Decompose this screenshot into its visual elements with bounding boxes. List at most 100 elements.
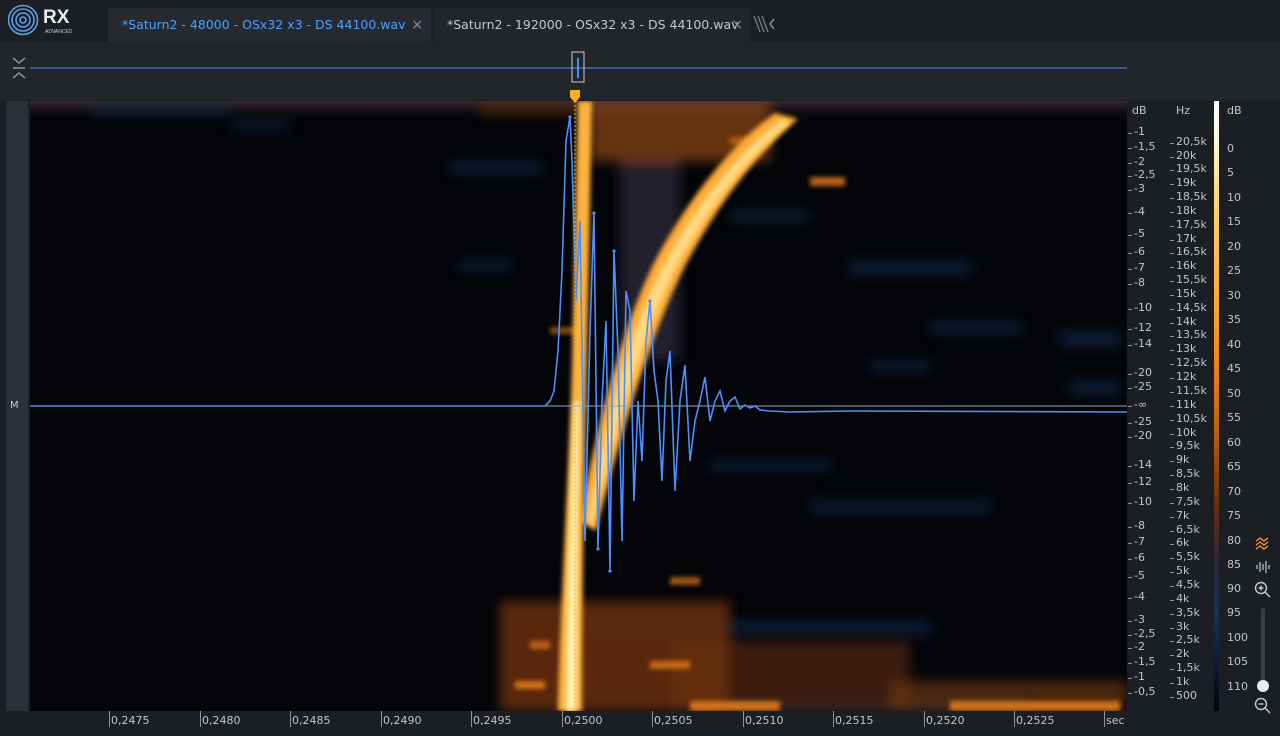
db-label: -6 (1134, 551, 1145, 564)
colorbar-label: 0 (1227, 142, 1234, 155)
db-label: -7 (1134, 261, 1145, 274)
hz-label: 11,5k (1176, 384, 1207, 397)
db-label: -3 (1134, 613, 1145, 626)
hz-label: 9k (1176, 453, 1190, 466)
colorbar-label: 15 (1227, 215, 1241, 228)
time-tick-label: 0,2480 (202, 714, 241, 727)
logo-text: RX (43, 7, 70, 28)
db-label: -1 (1134, 670, 1145, 683)
close-icon[interactable]: × (411, 8, 423, 42)
hz-label: 19k (1176, 176, 1197, 189)
zoom-in-icon[interactable] (1252, 580, 1274, 598)
hz-label: 18,5k (1176, 190, 1207, 203)
db-label: -12 (1134, 475, 1152, 488)
db-label: -8 (1134, 276, 1145, 289)
logo-subtext: ADVANCED (45, 29, 73, 35)
time-tick-label: 0,2500 (564, 714, 603, 727)
hz-label: 9,5k (1176, 439, 1200, 452)
colorbar-label: 110 (1227, 680, 1248, 693)
hz-label: 5k (1176, 564, 1190, 577)
colorbar-label: 10 (1227, 191, 1241, 204)
tab-overflow-icon[interactable] (752, 14, 778, 34)
hz-label: 3,5k (1176, 606, 1200, 619)
channel-label: M (10, 400, 19, 411)
amplitude-frequency-axis: dB Hz -1 -1,5 -2 -2,5 -3 -4 -5 -6 -7 -8 … (1128, 101, 1218, 711)
colorbar-label: 80 (1227, 534, 1241, 547)
db-axis-unit: dB (1132, 104, 1147, 117)
hz-label: 20k (1176, 149, 1197, 162)
hz-label: 4,5k (1176, 578, 1200, 591)
time-axis[interactable]: 0,2475 0,2480 0,2485 0,2490 0,2495 0,250… (30, 711, 1130, 736)
hz-label: 1,5k (1176, 661, 1200, 674)
time-tick-label: 0,2525 (1016, 714, 1055, 727)
hz-label: 6k (1176, 536, 1190, 549)
db-label: -2 (1134, 640, 1145, 653)
db-label: -5 (1134, 569, 1145, 582)
playhead-marker[interactable] (567, 88, 583, 106)
hz-label: 7,5k (1176, 495, 1200, 508)
time-tick-label: 0,2485 (292, 714, 331, 727)
hz-label: 10,5k (1176, 412, 1207, 425)
db-label: -8 (1134, 519, 1145, 532)
close-icon[interactable]: × (731, 8, 743, 42)
colorbar-label: 50 (1227, 387, 1241, 400)
hz-label: 14k (1176, 315, 1197, 328)
db-label: -1 (1134, 125, 1145, 138)
hz-label: 19,5k (1176, 162, 1207, 175)
db-label: -2 (1134, 155, 1145, 168)
colorbar-label: 40 (1227, 338, 1241, 351)
db-label: -∞ (1134, 398, 1148, 411)
hz-label: 15,5k (1176, 273, 1207, 286)
colorbar-label: 100 (1227, 631, 1248, 644)
hz-label: 12k (1176, 370, 1197, 383)
zoom-slider-track[interactable] (1261, 608, 1265, 686)
waveform-icon[interactable] (1252, 558, 1274, 576)
db-label: -25 (1134, 415, 1152, 428)
view-tools (1252, 536, 1276, 716)
db-label: -6 (1134, 245, 1145, 258)
time-tick-label: 0,2515 (835, 714, 874, 727)
hz-label: 8,5k (1176, 467, 1200, 480)
hz-label: 17,5k (1176, 218, 1207, 231)
hz-label: 18k (1176, 204, 1197, 217)
colorbar-label: 60 (1227, 436, 1241, 449)
db-label: -14 (1134, 458, 1152, 471)
time-tick-label: 0,2520 (926, 714, 965, 727)
colorbar-label: 75 (1227, 509, 1241, 522)
hz-label: 11k (1176, 398, 1197, 411)
time-tick-label: 0,2475 (111, 714, 150, 727)
time-axis-unit: sec (1106, 714, 1125, 727)
zoom-out-icon[interactable] (1252, 696, 1274, 714)
overview-waveform[interactable] (30, 50, 1130, 90)
zoom-slider-handle[interactable] (1257, 680, 1269, 692)
spectrogram-view[interactable] (30, 101, 1127, 711)
db-label: -4 (1134, 205, 1145, 218)
spectrogram-icon[interactable] (1252, 536, 1274, 554)
tab-saturn2-48000[interactable]: *Saturn2 - 48000 - OSx32 x3 - DS 44100.w… (108, 8, 431, 42)
time-tick-label: 0,2490 (383, 714, 422, 727)
hz-label: 7k (1176, 509, 1190, 522)
hz-label: 13,5k (1176, 328, 1207, 341)
tab-saturn2-192000[interactable]: *Saturn2 - 192000 - OSx32 x3 - DS 44100.… (433, 8, 751, 42)
db-label: -10 (1134, 495, 1152, 508)
hz-label: 2,5k (1176, 633, 1200, 646)
db-label: -5 (1134, 227, 1145, 240)
hz-label: 500 (1176, 689, 1197, 702)
colorbar-label: 70 (1227, 485, 1241, 498)
colorbar-label: 5 (1227, 166, 1234, 179)
db-label: -14 (1134, 337, 1152, 350)
hz-label: 2k (1176, 647, 1190, 660)
time-tick-label: 0,2510 (745, 714, 784, 727)
rx-logo: RX ADVANCED (8, 4, 73, 36)
tab-label: *Saturn2 - 48000 - OSx32 x3 - DS 44100.w… (122, 17, 406, 32)
colorbar-unit: dB (1227, 104, 1242, 117)
db-label: -4 (1134, 590, 1145, 603)
colorbar-label: 35 (1227, 313, 1241, 326)
time-tick-label: 0,2495 (473, 714, 512, 727)
tab-label: *Saturn2 - 192000 - OSx32 x3 - DS 44100.… (447, 17, 739, 32)
db-label: -3 (1134, 182, 1145, 195)
colorbar-label: 90 (1227, 582, 1241, 595)
hz-label: 13k (1176, 342, 1197, 355)
colorbar-label: 25 (1227, 264, 1241, 277)
collapse-icon[interactable] (10, 56, 28, 80)
